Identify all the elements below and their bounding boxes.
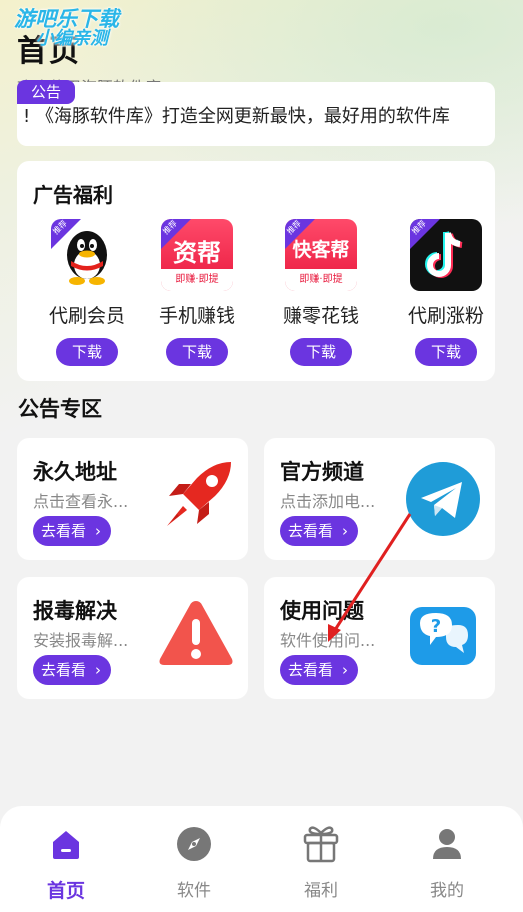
warning-icon: [159, 601, 233, 665]
tab-software[interactable]: 软件: [154, 824, 234, 901]
feature-desc: 安装报毒解...: [33, 631, 129, 650]
help-chat-icon: ?: [410, 607, 476, 665]
notice-tag: 公告: [17, 80, 76, 104]
watermark-line2: 小编亲测: [36, 28, 108, 50]
tab-mine[interactable]: 我的: [407, 824, 487, 901]
svg-text:?: ?: [431, 616, 441, 637]
tab-label: 福利: [304, 881, 338, 901]
go-see-button[interactable]: 去看看 ›: [33, 516, 111, 546]
bottom-tab-bar: 首页 软件 福利 我的: [0, 806, 523, 912]
ad-item-name: 赚零花钱: [282, 305, 359, 327]
telegram-icon: [406, 462, 480, 536]
tab-label: 首页: [46, 880, 85, 902]
ad-card: 广告福利 推荐 代刷会员 下载 资帮 即赚·即提 推荐 手机赚钱 下载 快客帮 …: [17, 161, 495, 381]
watermark-line1: 游吧乐下载: [14, 7, 119, 31]
download-button[interactable]: 下载: [290, 338, 352, 366]
feature-card-official-channel[interactable]: 官方频道 点击添加电... 去看看 ›: [264, 438, 495, 560]
ad-item[interactable]: 快客帮 即赚·即提 推荐 赚零花钱 下载: [271, 219, 371, 366]
go-see-label: 去看看: [41, 661, 87, 679]
chevron-right-icon: ›: [342, 661, 348, 679]
go-see-button[interactable]: 去看看 ›: [280, 516, 358, 546]
ad-item-name: 手机赚钱: [158, 305, 235, 327]
compass-icon: [177, 827, 211, 861]
ad-section-title: 广告福利: [33, 183, 113, 207]
notice-bar[interactable]: ! 《海豚软件库》打造全网更新最快，最好用的软件库: [17, 82, 495, 146]
kuaike-bang-icon: 快客帮 即赚·即提 推荐: [285, 219, 357, 291]
tab-welfare[interactable]: 福利: [281, 824, 361, 901]
chevron-right-icon: ›: [95, 661, 101, 679]
go-see-label: 去看看: [41, 522, 87, 540]
chevron-right-icon: ›: [95, 522, 101, 540]
user-icon: [433, 829, 461, 859]
watermark: 游吧乐下载 小编亲测: [14, 8, 119, 49]
section-title: 公告专区: [18, 397, 102, 421]
download-button[interactable]: 下载: [56, 338, 118, 366]
chevron-right-icon: ›: [342, 522, 348, 540]
ad-item[interactable]: 推荐 代刷会员 下载: [37, 219, 137, 366]
go-see-button[interactable]: 去看看 ›: [33, 655, 111, 685]
feature-title: 使用问题: [280, 599, 364, 623]
ad-item[interactable]: 资帮 即赚·即提 推荐 手机赚钱 下载: [147, 219, 247, 366]
feature-card-virus-alert[interactable]: 报毒解决 安装报毒解... 去看看 ›: [17, 577, 248, 699]
feature-card-usage-questions[interactable]: 使用问题 软件使用问... 去看看 › ?: [264, 577, 495, 699]
tiktok-icon: 推荐: [410, 219, 482, 291]
feature-title: 官方频道: [280, 460, 364, 484]
home-icon: [53, 831, 79, 859]
go-see-label: 去看看: [288, 522, 334, 540]
go-see-label: 去看看: [288, 661, 334, 679]
tab-label: 我的: [430, 881, 464, 901]
notice-text: ! 《海豚软件库》打造全网更新最快，最好用的软件库: [23, 106, 450, 127]
download-button[interactable]: 下载: [166, 338, 228, 366]
feature-title: 报毒解决: [33, 599, 117, 623]
feature-desc: 软件使用问...: [280, 631, 376, 650]
tab-home[interactable]: 首页: [26, 824, 106, 903]
feature-card-permanent-address[interactable]: 永久地址 点击查看永... 去看看 ›: [17, 438, 248, 560]
ad-item[interactable]: 推荐 代刷涨粉 下载: [396, 219, 496, 366]
ad-logo-sub: 即赚·即提: [161, 269, 233, 291]
zhuan-bang-icon: 资帮 即赚·即提 推荐: [161, 219, 233, 291]
feature-desc: 点击添加电...: [280, 492, 376, 511]
rocket-icon: [167, 462, 231, 526]
download-button[interactable]: 下载: [415, 338, 477, 366]
ad-item-name: 代刷会员: [48, 305, 125, 327]
tab-label: 软件: [177, 881, 211, 901]
gift-icon: [303, 826, 339, 863]
go-see-button[interactable]: 去看看 ›: [280, 655, 358, 685]
feature-title: 永久地址: [33, 460, 117, 484]
ad-item-name: 代刷涨粉: [407, 305, 484, 327]
ad-logo-sub: 即赚·即提: [285, 269, 357, 291]
feature-desc: 点击查看永...: [33, 492, 129, 511]
qq-penguin-icon: 推荐: [51, 219, 123, 291]
